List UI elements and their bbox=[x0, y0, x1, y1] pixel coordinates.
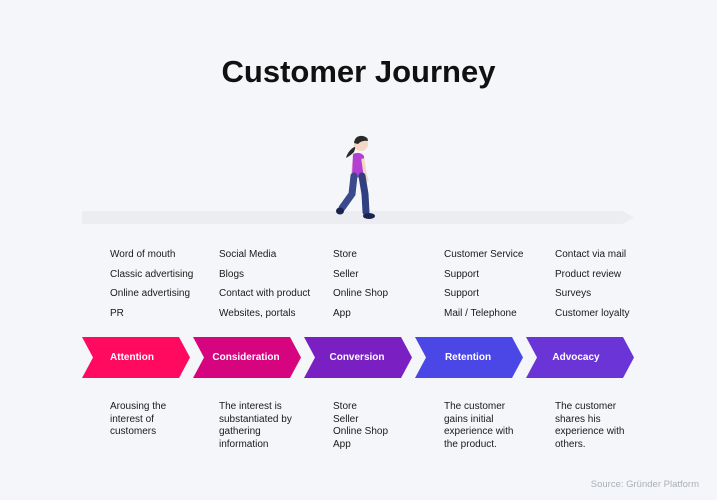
touchpoint-item: Contact with product bbox=[219, 288, 311, 300]
touchpoint-item: Online advertising bbox=[110, 288, 191, 300]
touchpoints-consideration: Social Media Blogs Contact with product … bbox=[219, 245, 310, 324]
touchpoint-item: Surveys bbox=[555, 288, 592, 300]
touchpoint-item: Mail / Telephone bbox=[444, 308, 517, 320]
description-line: gathering bbox=[219, 426, 261, 437]
description-line: gains initial bbox=[444, 413, 494, 425]
description-line: others. bbox=[555, 438, 586, 450]
description-line: App bbox=[333, 438, 351, 450]
description-line: customers bbox=[110, 426, 157, 437]
stage-description-advocacy: The customer shares his experience with … bbox=[555, 401, 655, 451]
touchpoint-item: Product review bbox=[555, 268, 622, 280]
touchpoint-item: Customer Service bbox=[444, 249, 524, 260]
description-line: The interest is bbox=[219, 401, 282, 412]
stage-label-consideration: Consideration bbox=[212, 352, 280, 363]
description-line: shares his bbox=[555, 413, 601, 425]
description-line: Arousing the bbox=[110, 401, 167, 412]
touchpoint-item: Support bbox=[444, 288, 480, 300]
stage-label-retention: Retention bbox=[444, 352, 492, 363]
touchpoint-item: Store bbox=[333, 249, 357, 260]
description-line: The customer bbox=[444, 401, 506, 412]
touchpoints-advocacy: Contact via mail Product review Surveys … bbox=[555, 245, 629, 324]
description-line: experience with bbox=[444, 426, 514, 437]
touchpoint-item: Word of mouth bbox=[110, 249, 176, 260]
touchpoint-item: Support bbox=[444, 268, 480, 280]
description-line: information bbox=[219, 438, 269, 450]
description-line: Store bbox=[333, 401, 357, 412]
stage-label-conversion: Conversion bbox=[329, 352, 385, 363]
touchpoint-item: Customer loyalty bbox=[555, 308, 630, 320]
touchpoint-item: PR bbox=[110, 308, 124, 320]
stage-description-conversion: Store Seller Online Shop App bbox=[333, 401, 433, 451]
touchpoint-item: Contact via mail bbox=[555, 249, 627, 260]
touchpoints-attention: Word of mouth Classic advertising Online… bbox=[110, 245, 193, 324]
stage-description-attention: Arousing the interest of customers bbox=[110, 401, 210, 439]
touchpoint-item: Seller bbox=[333, 268, 359, 280]
touchpoint-item: Online Shop bbox=[333, 288, 389, 300]
stage-description-consideration: The interest is substantiated by gatheri… bbox=[219, 401, 319, 451]
touchpoints-conversion: Store Seller Online Shop App bbox=[333, 245, 388, 324]
source-caption: Source: Gründer Platform bbox=[590, 479, 699, 490]
touchpoint-item: Social Media bbox=[219, 249, 277, 260]
description-line: substantiated by bbox=[219, 413, 292, 425]
touchpoints-retention: Customer Service Support Support Mail / … bbox=[444, 245, 523, 324]
stage-label-advocacy: Advocacy bbox=[552, 352, 600, 363]
touchpoint-item: Websites, portals bbox=[219, 308, 296, 320]
description-line: the product. bbox=[444, 438, 497, 450]
description-line: Online Shop bbox=[333, 426, 389, 437]
description-line: interest of bbox=[110, 413, 154, 425]
stage-description-retention: The customer gains initial experience wi… bbox=[444, 401, 544, 451]
description-line: The customer bbox=[555, 401, 617, 412]
description-line: Seller bbox=[333, 413, 359, 425]
touchpoint-item: Blogs bbox=[219, 268, 245, 280]
walking-woman-icon bbox=[336, 135, 375, 219]
stage-label-attention: Attention bbox=[110, 352, 154, 363]
touchpoint-item: App bbox=[333, 308, 351, 320]
touchpoint-item: Classic advertising bbox=[110, 268, 194, 280]
page-title: Customer Journey bbox=[221, 54, 496, 89]
description-line: experience with bbox=[555, 426, 625, 437]
